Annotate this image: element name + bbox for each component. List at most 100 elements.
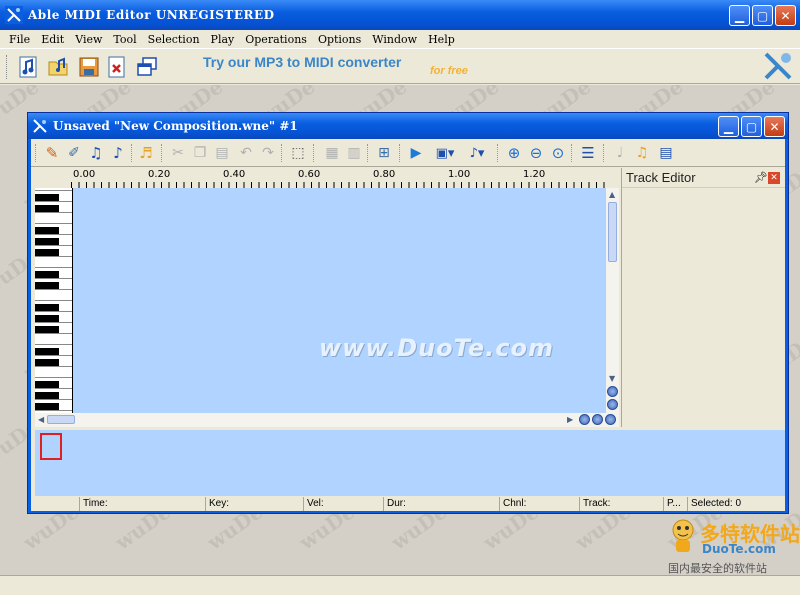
- quantize-button[interactable]: ▥: [343, 142, 365, 164]
- child-minimize-button[interactable]: ▁: [718, 116, 739, 137]
- piano-black-key[interactable]: [35, 403, 59, 410]
- vzoom-out-icon[interactable]: [607, 399, 618, 410]
- promo-link[interactable]: Try our MP3 to MIDI converter: [203, 54, 401, 70]
- insert-note-button[interactable]: ♫: [85, 142, 107, 164]
- note-length-icon: ♪▾: [469, 145, 485, 161]
- menu-edit[interactable]: Edit: [36, 33, 70, 46]
- status-vel: Vel:: [303, 497, 383, 511]
- piano-black-key[interactable]: [35, 304, 59, 311]
- cascade-button[interactable]: [134, 54, 160, 80]
- zoom-out-button[interactable]: ⊖: [525, 142, 547, 164]
- minimize-button[interactable]: ▁: [729, 5, 750, 26]
- panel-close-icon[interactable]: ✕: [768, 172, 780, 184]
- piano-black-key[interactable]: [35, 315, 59, 322]
- track-add-button[interactable]: ♫: [631, 142, 653, 164]
- redo-button[interactable]: ↷: [257, 142, 279, 164]
- eraser-button[interactable]: ✐: [63, 142, 85, 164]
- app-logo-icon: [5, 6, 23, 24]
- horizontal-scrollbar[interactable]: ◀ ▶: [35, 413, 619, 427]
- vertical-scrollbar[interactable]: ▲ ▼: [605, 188, 619, 413]
- menu-selection[interactable]: Selection: [143, 33, 206, 46]
- vzoom-in-icon[interactable]: [607, 386, 618, 397]
- maximize-button[interactable]: ▢: [752, 5, 773, 26]
- zoom-in-button[interactable]: ⊕: [503, 142, 525, 164]
- toolbar-separator: [603, 144, 604, 162]
- play-note-button[interactable]: ♬: [135, 142, 157, 164]
- editor-status-bar: Time: Key: Vel: Dur: Chnl: Track: P... S…: [31, 497, 785, 511]
- open-button[interactable]: [46, 54, 72, 80]
- paste-icon: ▤: [215, 145, 229, 161]
- controller-pane[interactable]: [35, 430, 785, 496]
- save-button[interactable]: [76, 54, 102, 80]
- scroll-down-icon[interactable]: ▼: [609, 374, 615, 383]
- vertical-scroll-thumb[interactable]: [608, 202, 617, 262]
- list-view-button[interactable]: ☰: [577, 142, 599, 164]
- time-ruler[interactable]: 0.00 0.20 0.40 0.60 0.80 1.00 1.20: [35, 168, 605, 188]
- piano-black-key[interactable]: [35, 271, 59, 278]
- piano-black-key[interactable]: [35, 359, 59, 366]
- menu-tool[interactable]: Tool: [108, 33, 142, 46]
- piano-black-key[interactable]: [35, 249, 59, 256]
- scroll-up-icon[interactable]: ▲: [609, 190, 615, 199]
- menu-play[interactable]: Play: [206, 33, 241, 46]
- note-length-dropdown[interactable]: ♪▾: [463, 142, 491, 164]
- close-document-button[interactable]: [104, 54, 130, 80]
- undo-button[interactable]: ↶: [235, 142, 257, 164]
- ruler-label: 1.20: [523, 169, 546, 180]
- menu-window[interactable]: Window: [367, 33, 423, 46]
- hzoom-in-icon[interactable]: [579, 414, 590, 425]
- track-list-button[interactable]: ▤: [655, 142, 677, 164]
- snap-button[interactable]: ⊞: [373, 142, 395, 164]
- select-button[interactable]: ⬚: [287, 142, 309, 164]
- selection-marker[interactable]: [40, 433, 62, 460]
- scroll-left-icon[interactable]: ◀: [38, 415, 44, 424]
- piano-black-key[interactable]: [35, 381, 59, 388]
- composition-window: Unsaved "New Composition.wne" #1 ▁ ▢ ✕ ✎…: [27, 112, 789, 514]
- hzoom-out-icon[interactable]: [592, 414, 603, 425]
- close-button[interactable]: ✕: [775, 5, 796, 26]
- piano-black-key[interactable]: [35, 227, 59, 234]
- child-maximize-button[interactable]: ▢: [741, 116, 762, 137]
- view-mode-dropdown[interactable]: ▣▾: [431, 142, 459, 164]
- copy-button[interactable]: ❐: [189, 142, 211, 164]
- converter-logo-icon[interactable]: [762, 50, 794, 82]
- pencil-icon: ✎: [45, 144, 59, 162]
- toolbar-grip[interactable]: [6, 55, 9, 79]
- piano-black-key[interactable]: [35, 348, 59, 355]
- track-prev-button[interactable]: ♩: [609, 142, 631, 164]
- piano-white-key-edge: [35, 322, 72, 323]
- piano-black-key[interactable]: [35, 238, 59, 245]
- cascade-icon: [137, 57, 157, 76]
- hzoom-fit-icon[interactable]: [605, 414, 616, 425]
- menu-options[interactable]: Options: [313, 33, 367, 46]
- piano-white-key-edge: [35, 201, 72, 202]
- new-music-button[interactable]: [16, 54, 42, 80]
- pin-icon[interactable]: 📌︎: [754, 171, 768, 184]
- zoom-fit-button[interactable]: ⊙: [547, 142, 569, 164]
- main-toolbar: Try our MP3 to MIDI converter for free: [0, 48, 800, 84]
- pencil-button[interactable]: ✎: [41, 142, 63, 164]
- piano-black-key[interactable]: [35, 194, 59, 201]
- piano-keyboard[interactable]: [35, 188, 73, 413]
- piano-black-key[interactable]: [35, 282, 59, 289]
- child-close-button[interactable]: ✕: [764, 116, 785, 137]
- scroll-right-icon[interactable]: ▶: [567, 415, 573, 424]
- menu-operations[interactable]: Operations: [240, 33, 313, 46]
- cut-button[interactable]: ✂: [167, 142, 189, 164]
- paste-button[interactable]: ▤: [211, 142, 233, 164]
- track-editor-panel: Track Editor 📌︎ ✕: [621, 168, 785, 427]
- piano-black-key[interactable]: [35, 326, 59, 333]
- menu-file[interactable]: File: [4, 33, 36, 46]
- transpose-button[interactable]: ▦: [321, 142, 343, 164]
- piano-black-key[interactable]: [35, 205, 59, 212]
- menu-help[interactable]: Help: [423, 33, 461, 46]
- note-grid[interactable]: www.DuoTe.com: [73, 188, 605, 413]
- note-tool-button[interactable]: ♪: [107, 142, 129, 164]
- horizontal-scroll-thumb[interactable]: [47, 415, 75, 424]
- piano-black-key[interactable]: [35, 392, 59, 399]
- menu-view[interactable]: View: [70, 33, 108, 46]
- play-button[interactable]: ▶: [405, 142, 427, 164]
- composition-titlebar[interactable]: Unsaved "New Composition.wne" #1 ▁ ▢ ✕: [28, 113, 788, 139]
- quantize-icon: ▥: [347, 145, 361, 161]
- ruler-label: 0.60: [298, 169, 321, 180]
